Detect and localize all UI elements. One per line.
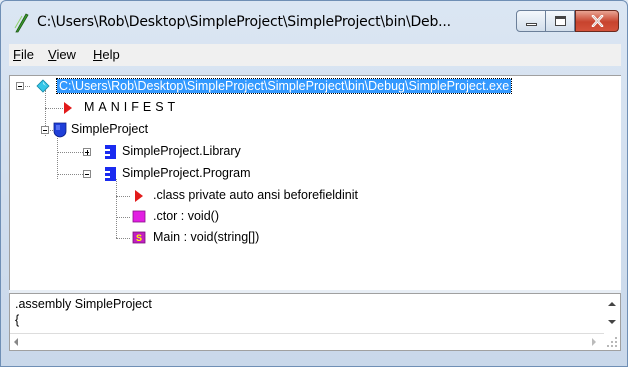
method-icon [132, 210, 146, 223]
tree-line [57, 135, 58, 179]
collapse-toggle-namespace[interactable] [41, 126, 49, 134]
expand-toggle-library[interactable] [83, 148, 91, 156]
tree-node-library-label: SimpleProject.Library [122, 144, 241, 158]
ildasm-app-icon [14, 13, 29, 33]
menu-bar: File View Help [9, 44, 621, 66]
tree-view[interactable]: C:\Users\Rob\Desktop\SimpleProject\Simpl… [9, 75, 621, 290]
menu-view-rest: iew [56, 47, 76, 62]
scroll-down-icon[interactable] [608, 320, 616, 324]
menu-help[interactable]: Help [93, 47, 120, 62]
class-icon [105, 145, 116, 159]
red-triangle-icon [135, 190, 143, 202]
vertical-scrollbar[interactable] [603, 294, 620, 333]
tree-node-program-label: SimpleProject.Program [122, 166, 251, 180]
tree-node-namespace-label: SimpleProject [71, 122, 149, 136]
menu-file[interactable]: File [13, 47, 34, 62]
diamond-icon [36, 79, 50, 93]
maximize-icon [555, 16, 566, 26]
menu-help-rest: elp [102, 47, 120, 62]
maximize-button[interactable] [545, 10, 575, 32]
scroll-up-icon[interactable] [608, 302, 616, 306]
tree-node-main-label: Main : void(string[]) [153, 230, 260, 244]
svg-text:S: S [136, 233, 142, 243]
disassembly-line-2: { [15, 313, 20, 327]
menu-file-rest: ile [20, 47, 34, 62]
scroll-left-icon[interactable] [14, 338, 18, 346]
static-method-icon: S [132, 231, 146, 244]
resize-grip-icon[interactable] [605, 335, 619, 349]
app-window: C:\Users\Rob\Desktop\SimpleProject\Simpl… [0, 0, 628, 367]
tree-node-class-info-label: .class private auto ansi beforefieldinit [153, 188, 358, 202]
disassembly-line-1: .assembly SimpleProject [15, 297, 152, 311]
class-icon [105, 167, 116, 181]
horizontal-scrollbar[interactable] [10, 333, 604, 350]
close-icon [591, 15, 604, 27]
tree-node-root-label: C:\Users\Rob\Desktop\SimpleProject\Simpl… [55, 78, 513, 94]
tree-line [116, 217, 130, 218]
tree-node-ctor-label: .ctor : void() [153, 209, 219, 223]
title-bar[interactable]: C:\Users\Rob\Desktop\SimpleProject\Simpl… [1, 1, 627, 44]
minimize-icon [526, 23, 537, 26]
tree-line [116, 196, 130, 197]
tree-line [116, 238, 130, 239]
menu-file-accel: F [13, 47, 21, 62]
collapse-toggle-program[interactable] [83, 170, 91, 178]
scroll-right-icon[interactable] [592, 338, 596, 346]
menu-view[interactable]: View [48, 47, 76, 62]
disassembly-text-pane[interactable]: .assembly SimpleProject { [9, 293, 621, 351]
collapse-toggle-root[interactable] [16, 82, 24, 90]
namespace-shield-icon [53, 122, 67, 138]
tree-line [57, 152, 83, 153]
red-triangle-icon [64, 102, 72, 114]
menu-help-accel: H [93, 47, 103, 62]
close-button[interactable] [575, 10, 619, 32]
tree-node-manifest-label: MANIFEST [84, 100, 180, 114]
tree-line [116, 179, 117, 238]
tree-line [57, 174, 83, 175]
minimize-button[interactable] [516, 10, 546, 32]
tree-line [45, 108, 63, 109]
window-title: C:\Users\Rob\Desktop\SimpleProject\Simpl… [37, 14, 451, 30]
